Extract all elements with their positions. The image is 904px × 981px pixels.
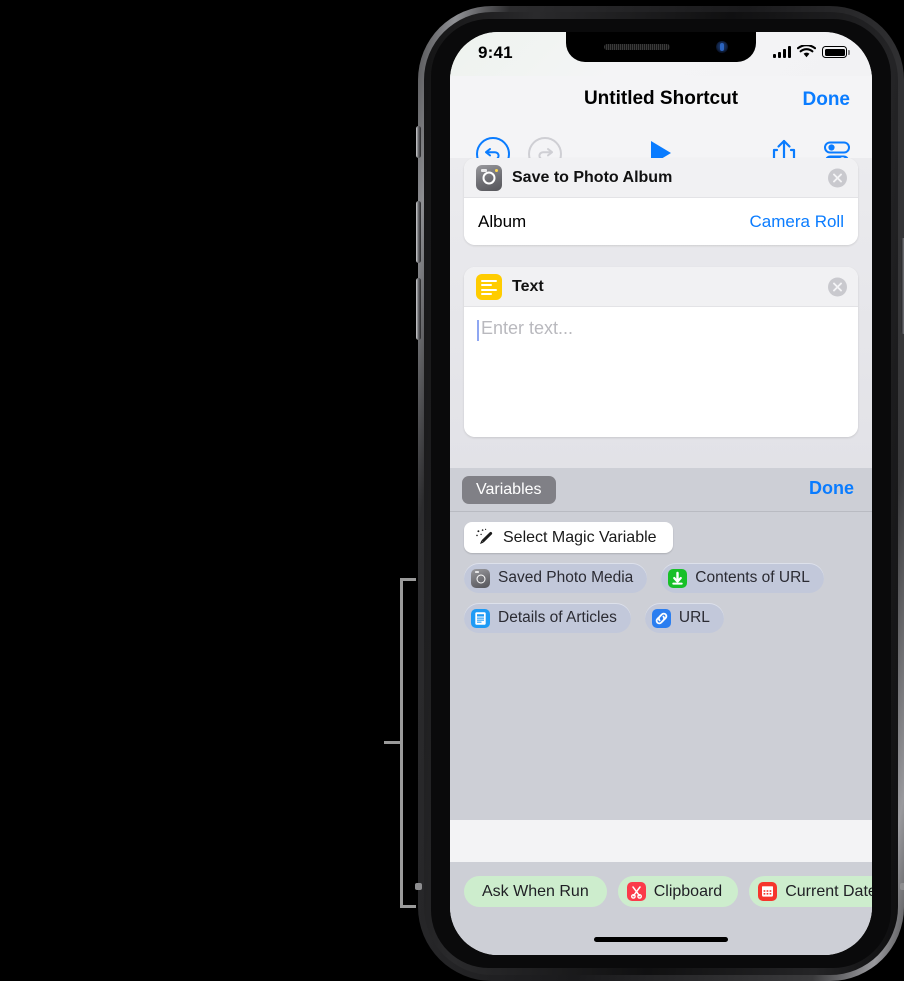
camera-icon [471, 568, 490, 588]
chip-clipboard[interactable]: Clipboard [617, 876, 739, 907]
text-input-placeholder: Enter text... [481, 318, 574, 338]
variables-done-button[interactable]: Done [809, 478, 854, 499]
action-title: Save to Photo Album [512, 168, 673, 186]
text-input-field[interactable]: Enter text... [464, 307, 858, 437]
variable-token-row-1: Saved Photo Media Contents of URL [464, 563, 858, 593]
keyboard-accessory-bar: Ask When Run Clipboard Current Date [450, 862, 872, 955]
token-label: URL [678, 609, 710, 626]
navigation-bar: Untitled Shortcut Done [450, 76, 872, 128]
camera-icon [476, 164, 502, 191]
screenshot-root: 9:41 Untitled Shortcut Done Save to Phot… [0, 0, 904, 981]
status-time: 9:41 [478, 43, 513, 62]
close-circle-icon[interactable] [828, 277, 847, 296]
scissors-icon [626, 882, 646, 901]
action-card-text[interactable]: Text Enter text... [464, 267, 858, 437]
shortcut-action-list[interactable]: Save to Photo Album Album Camera Roll Te… [450, 158, 872, 468]
home-indicator[interactable] [594, 937, 728, 942]
magic-button-label: Select Magic Variable [503, 528, 657, 546]
phone-screen: 9:41 Untitled Shortcut Done Save to Phot… [450, 32, 872, 955]
chip-current-date[interactable]: Current Date [749, 876, 872, 907]
action-header[interactable]: Text [464, 267, 858, 307]
variable-token-url[interactable]: URL [644, 603, 724, 633]
volume-up-button[interactable] [416, 201, 421, 263]
action-title: Text [512, 277, 544, 295]
earpiece-speaker-icon [604, 44, 670, 50]
done-button[interactable]: Done [803, 89, 851, 111]
text-caret [477, 320, 479, 341]
accessory-chip-row[interactable]: Ask When Run Clipboard Current Date [450, 862, 872, 907]
token-label: Details of Articles [498, 609, 617, 626]
variable-token-saved-photo-media[interactable]: Saved Photo Media [464, 563, 648, 593]
frame-antenna-nub-left [415, 883, 422, 890]
callout-bracket-tick [384, 741, 402, 744]
action-card-save-to-photo-album[interactable]: Save to Photo Album Album Camera Roll [464, 158, 858, 245]
magic-wand-icon [476, 528, 493, 544]
close-circle-icon[interactable] [828, 168, 847, 187]
action-header[interactable]: Save to Photo Album [464, 158, 858, 198]
parameter-label: Album [478, 211, 527, 231]
download-arrow-icon [668, 568, 688, 588]
variable-token-details-of-articles[interactable]: Details of Articles [464, 603, 631, 633]
action-parameter-album[interactable]: Album Camera Roll [464, 198, 858, 245]
select-magic-variable-button[interactable]: Select Magic Variable [464, 522, 673, 553]
link-icon [651, 608, 671, 628]
token-label: Contents of URL [695, 569, 810, 586]
wifi-icon [797, 45, 816, 58]
iphone-device-frame: 9:41 Untitled Shortcut Done Save to Phot… [415, 6, 904, 981]
parameter-value[interactable]: Camera Roll [750, 212, 844, 232]
notch [566, 32, 756, 62]
volume-down-button[interactable] [416, 278, 421, 340]
text-lines-icon [476, 273, 502, 300]
card-spacer [464, 245, 858, 267]
token-label: Saved Photo Media [498, 569, 634, 586]
front-camera-icon [716, 41, 728, 53]
document-icon [471, 608, 490, 628]
variable-token-contents-of-url[interactable]: Contents of URL [661, 563, 824, 593]
variables-tab[interactable]: Variables [462, 476, 556, 504]
variables-toolbar: Variables Done [450, 468, 872, 512]
chip-ask-when-run[interactable]: Ask When Run [464, 876, 607, 907]
callout-bracket [400, 578, 416, 908]
variable-token-row-2: Details of Articles URL [464, 603, 858, 633]
cellular-bars-icon [773, 46, 791, 58]
chip-label: Current Date [785, 882, 872, 900]
variables-panel: Select Magic Variable Saved Photo Media [450, 512, 872, 820]
silent-switch-button[interactable] [416, 126, 421, 158]
chip-label: Clipboard [653, 882, 723, 900]
frame-antenna-nub [900, 883, 904, 890]
battery-full-icon [822, 46, 847, 58]
calendar-icon [758, 882, 778, 901]
chip-label: Ask When Run [482, 882, 589, 900]
status-indicators [773, 45, 850, 59]
